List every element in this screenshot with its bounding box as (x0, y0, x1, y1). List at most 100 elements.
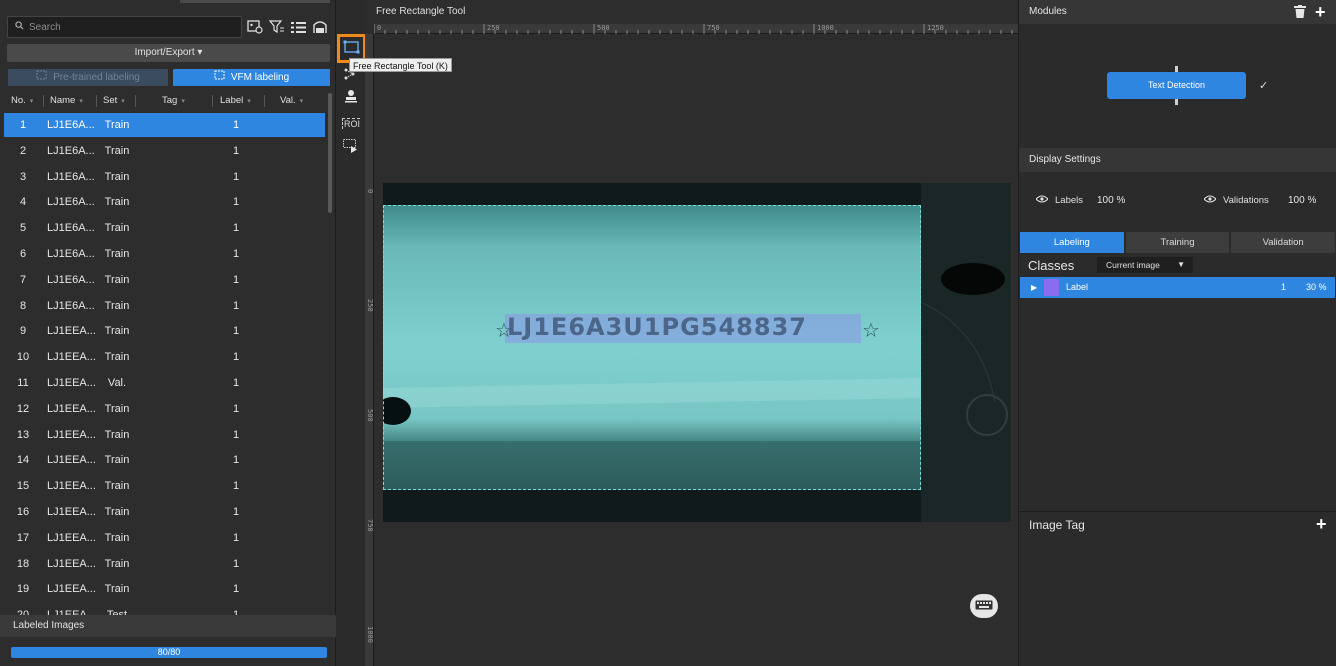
table-row[interactable]: 12 LJ1EEA... Train 1 (4, 397, 325, 421)
row-set: Train (104, 119, 130, 131)
classes-filter-select[interactable]: Current image ▼ (1097, 257, 1193, 273)
search-box[interactable] (7, 16, 242, 38)
table-row[interactable]: 10 LJ1EEA... Train 1 (4, 345, 325, 369)
validations-opacity-value[interactable]: 100 % (1288, 195, 1316, 206)
pretrained-labeling-button[interactable]: Pre-trained labeling (8, 69, 168, 86)
validations-visibility-toggle[interactable]: Validations (1203, 195, 1269, 206)
panel-top-strip (180, 0, 330, 3)
column-divider (135, 95, 136, 107)
row-number: 17 (16, 531, 30, 544)
export-icon[interactable] (312, 19, 328, 35)
column-header-tag[interactable]: Tag ▾ (162, 91, 185, 111)
row-name: LJ1EEA... (47, 428, 96, 441)
stamp-icon (344, 89, 358, 106)
row-name: LJ1EEA... (47, 557, 96, 570)
class-row[interactable]: ▶ Label 1 30 % (1020, 277, 1335, 298)
tool-tooltip: Free Rectangle Tool (K) (349, 58, 452, 72)
ruler-label: 750 (366, 519, 374, 532)
search-input[interactable] (29, 21, 229, 33)
filter-icon[interactable] (269, 19, 285, 35)
labeled-images-header: Labeled Images (0, 615, 336, 637)
row-label-count: 1 (232, 377, 240, 389)
class-color-swatch[interactable] (1044, 279, 1059, 296)
row-set: Train (104, 248, 130, 260)
add-image-tag-icon[interactable]: + (1316, 515, 1327, 533)
row-name: LJ1E6A... (47, 299, 95, 312)
delete-icon[interactable] (1294, 5, 1306, 21)
video-tool-button[interactable] (341, 138, 361, 156)
tab-labeling[interactable]: Labeling (1020, 232, 1124, 253)
column-header-no[interactable]: No. ▾ (11, 91, 33, 111)
table-row[interactable]: 9 LJ1EEA... Train 1 (4, 319, 325, 343)
table-row[interactable]: 6 LJ1E6A... Train 1 (4, 242, 325, 266)
ruler-label: 1000 (366, 626, 374, 643)
labeling-canvas[interactable]: Free Rectangle Tool 0 250 500 750 1000 1… (365, 0, 1018, 666)
table-row[interactable]: 15 LJ1EEA... Train 1 (4, 474, 325, 498)
table-row[interactable]: 8 LJ1E6A... Train 1 (4, 294, 325, 318)
module-text-detection[interactable]: Text Detection (1107, 72, 1246, 99)
add-module-icon[interactable]: + (1315, 3, 1326, 21)
video-icon (343, 138, 359, 156)
table-row[interactable]: 4 LJ1E6A... Train 1 (4, 190, 325, 214)
row-number: 2 (19, 144, 27, 157)
row-label-count: 1 (232, 273, 240, 286)
table-row[interactable]: 14 LJ1EEA... Train 1 (4, 448, 325, 472)
roi-tool-button[interactable]: ROI (341, 114, 361, 132)
vfm-labeling-button[interactable]: VFM labeling (173, 69, 330, 86)
table-row[interactable]: 20 LJ1EEA... Test 1 (4, 603, 325, 615)
row-number: 11 (17, 377, 29, 389)
row-label-count: 1 (232, 557, 240, 570)
divider (1019, 511, 1336, 512)
row-name: LJ1EEA... (47, 351, 96, 364)
ruler-label: 250 (366, 299, 374, 312)
label-bounding-box[interactable] (383, 205, 921, 490)
table-row[interactable]: 11 LJ1EEA... Val. 1 (4, 371, 325, 395)
row-set: Train (104, 531, 130, 544)
modules-title: Modules (1029, 6, 1067, 17)
keyboard-shortcuts-button[interactable] (970, 594, 998, 618)
row-number: 20 (4, 603, 42, 615)
labeled-image[interactable]: ☆ ☆ LJ1E6A3U1PG548837 (383, 183, 1011, 522)
table-row[interactable]: 19 LJ1EEA... Train 1 (4, 577, 325, 601)
validations-label: Validations (1223, 195, 1269, 206)
row-number: 9 (19, 325, 27, 338)
table-row[interactable]: 16 LJ1EEA... Train 1 (4, 500, 325, 524)
row-label-count: 1 (232, 583, 240, 596)
tab-training[interactable]: Training (1125, 232, 1230, 253)
labels-opacity-value[interactable]: 100 % (1097, 195, 1125, 206)
list-view-icon[interactable] (290, 19, 306, 35)
table-row[interactable]: 2 LJ1E6A... Train 1 (4, 139, 325, 163)
canvas-title: Free Rectangle Tool (376, 6, 466, 17)
table-scrollbar[interactable] (328, 93, 332, 213)
row-number: 10 (16, 351, 30, 364)
table-row[interactable]: 5 LJ1E6A... Train 1 (4, 216, 325, 240)
row-label-count: 1 (232, 144, 240, 157)
column-header-val[interactable]: Val. ▾ (280, 91, 303, 111)
pretrained-labeling-label: Pre-trained labeling (53, 72, 140, 84)
table-row[interactable]: 7 LJ1E6A... Train 1 (4, 268, 325, 292)
column-header-name[interactable]: Name ▾ (50, 91, 83, 111)
class-percent: 30 % (1306, 282, 1327, 292)
image-settings-icon[interactable] (247, 19, 263, 35)
row-name: LJ1E6A... (47, 222, 95, 235)
table-row[interactable]: 17 LJ1EEA... Train 1 (4, 526, 325, 550)
row-number: 3 (19, 170, 27, 183)
row-set: Train (104, 583, 130, 596)
row-name: LJ1EEA... (47, 506, 96, 518)
labels-visibility-toggle[interactable]: Labels (1035, 195, 1083, 206)
table-row[interactable]: 13 LJ1EEA... Train 1 (4, 423, 325, 447)
class-count: 1 (1281, 282, 1287, 292)
row-set: Train (104, 222, 130, 235)
table-row[interactable]: 18 LJ1EEA... Train 1 (4, 552, 325, 576)
column-header-label[interactable]: Label ▾ (220, 91, 251, 111)
row-label-count: 1 (232, 506, 240, 518)
table-row[interactable]: 1 LJ1E6A... Train 1 (4, 113, 325, 137)
import-export-button[interactable]: Import/Export ▾ (7, 44, 330, 62)
eye-icon (1035, 195, 1049, 206)
column-header-set[interactable]: Set ▾ (103, 91, 125, 111)
table-row[interactable]: 3 LJ1E6A... Train 1 (4, 165, 325, 189)
stamp-tool-button[interactable] (341, 88, 361, 106)
expand-arrow-icon[interactable]: ▶ (1031, 277, 1037, 298)
row-set: Val. (107, 377, 127, 389)
tab-validation[interactable]: Validation (1231, 232, 1336, 253)
